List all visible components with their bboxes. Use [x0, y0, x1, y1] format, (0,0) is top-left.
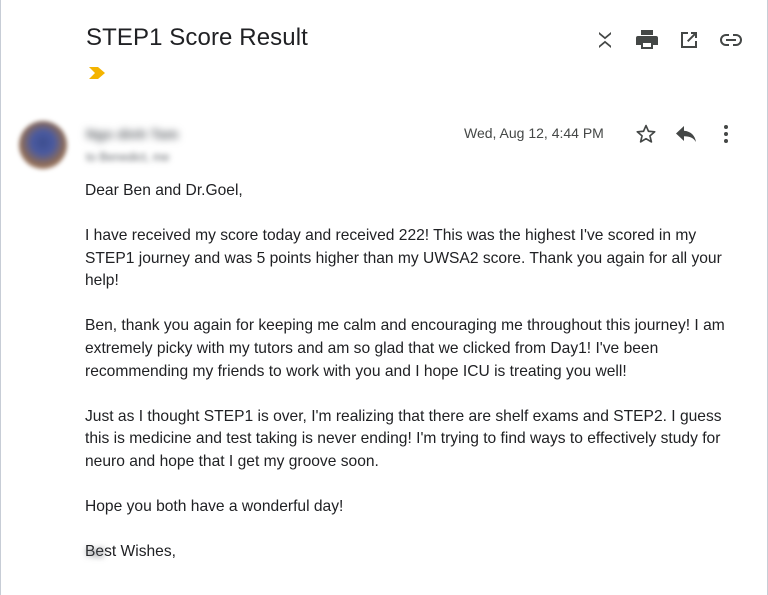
- email-subject: STEP1 Score Result: [86, 24, 308, 51]
- more-vert-icon[interactable]: [706, 120, 746, 148]
- signature-name: Nd: [86, 544, 104, 560]
- print-icon[interactable]: [626, 26, 668, 54]
- window-border-left: [0, 0, 1, 595]
- link-icon[interactable]: [710, 26, 752, 54]
- open-in-new-window-icon[interactable]: [668, 26, 710, 54]
- sender-name[interactable]: Ngo dinh Tam: [86, 126, 178, 142]
- recipient-details[interactable]: to Benedict, me: [86, 150, 169, 164]
- greeting: Dear Ben and Dr.Goel,: [85, 182, 243, 199]
- body-paragraph: Ben, thank you again for keeping me calm…: [85, 317, 725, 380]
- expand-collapse-icon[interactable]: [584, 26, 626, 54]
- sender-avatar[interactable]: [19, 121, 67, 169]
- body-paragraph: I have received my score today and recei…: [85, 226, 722, 290]
- thread-toolbar: [584, 26, 752, 54]
- closing: Best Wishes,: [85, 542, 176, 560]
- message-date: Wed, Aug 12, 4:44 PM: [464, 125, 604, 141]
- star-icon[interactable]: [626, 120, 666, 148]
- body-paragraph: Just as I thought STEP1 is over, I'm rea…: [85, 407, 722, 471]
- message-actions: [626, 120, 746, 148]
- reply-icon[interactable]: [666, 120, 706, 148]
- body-paragraph: Hope you both have a wonderful day!: [85, 497, 344, 515]
- message-body: Dear Ben and Dr.Goel, I have received my…: [85, 180, 735, 564]
- importance-marker-icon[interactable]: [87, 66, 107, 80]
